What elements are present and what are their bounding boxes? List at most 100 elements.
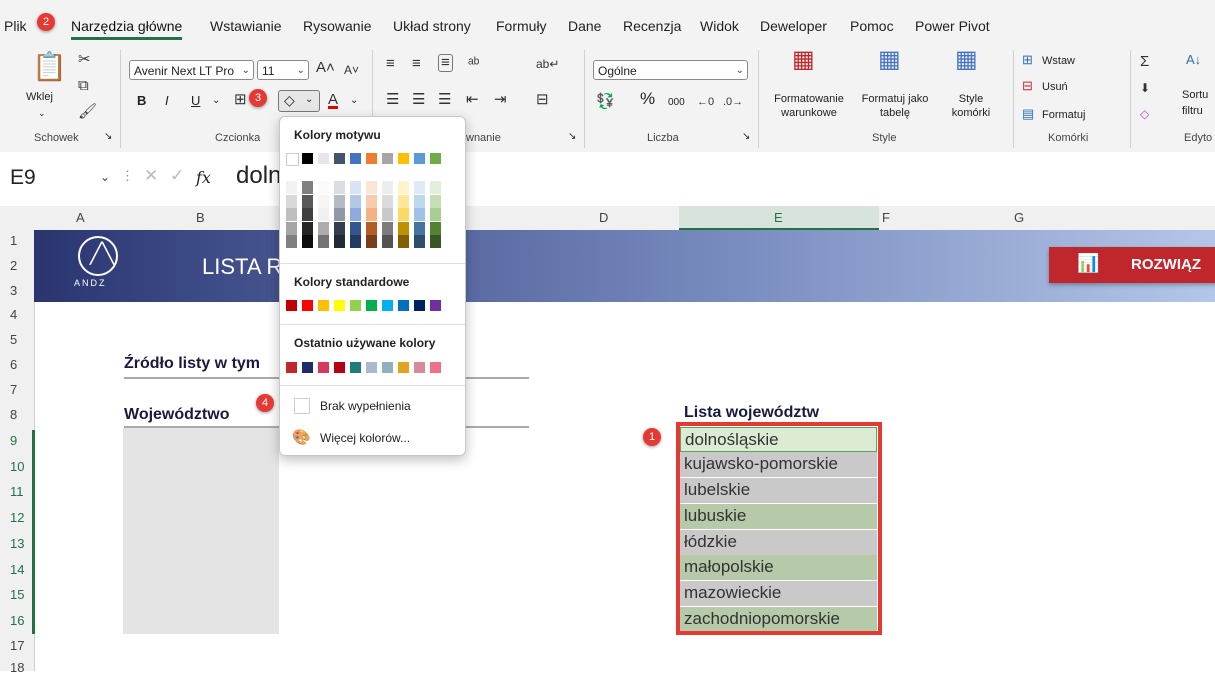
- tab-data[interactable]: Dane: [568, 18, 601, 34]
- underline-button[interactable]: U: [191, 94, 200, 108]
- theme-color-swatch[interactable]: [318, 153, 329, 164]
- delete-cells-icon[interactable]: ⊟: [1022, 78, 1033, 94]
- theme-shade-swatch[interactable]: [430, 181, 441, 194]
- province-input-range[interactable]: [123, 428, 279, 634]
- percent-button[interactable]: %: [640, 90, 655, 107]
- column-header-d[interactable]: D: [599, 210, 608, 225]
- list-item[interactable]: zachodniopomorskie: [680, 607, 877, 631]
- font-name-combo[interactable]: Avenir Next LT Pro ⌄: [129, 60, 254, 80]
- row-header[interactable]: 10: [0, 459, 34, 474]
- no-fill-option[interactable]: Brak wypełnienia: [290, 395, 454, 417]
- list-item[interactable]: małopolskie: [680, 555, 877, 580]
- row-header[interactable]: 18: [0, 660, 34, 675]
- theme-shade-swatch[interactable]: [350, 181, 361, 194]
- theme-shade-swatch[interactable]: [366, 181, 377, 194]
- recent-color-swatch[interactable]: [430, 362, 441, 373]
- row-header[interactable]: 16: [0, 613, 34, 628]
- sort-button[interactable]: Sortu: [1182, 88, 1208, 102]
- theme-color-swatch[interactable]: [350, 153, 361, 164]
- tab-power-pivot[interactable]: Power Pivot: [915, 18, 990, 34]
- theme-shade-swatch[interactable]: [414, 181, 425, 194]
- cancel-icon[interactable]: ✕: [144, 166, 158, 186]
- clipboard-launcher-icon[interactable]: ↘: [104, 130, 112, 144]
- standard-color-swatch[interactable]: [286, 300, 297, 311]
- insert-cells-button[interactable]: Wstaw: [1042, 54, 1075, 68]
- column-header-b[interactable]: B: [196, 210, 205, 225]
- theme-shade-swatch[interactable]: [286, 235, 297, 248]
- list-item[interactable]: dolnośląskie: [680, 427, 877, 452]
- tab-page-layout[interactable]: Układ strony: [393, 18, 471, 34]
- theme-shade-swatch[interactable]: [414, 235, 425, 248]
- recent-color-swatch[interactable]: [302, 362, 313, 373]
- format-cells-icon[interactable]: ▤: [1022, 106, 1034, 122]
- row-header[interactable]: 3: [0, 283, 34, 298]
- tab-view[interactable]: Widok: [700, 18, 739, 34]
- standard-color-swatch[interactable]: [366, 300, 377, 311]
- theme-shade-swatch[interactable]: [382, 208, 393, 221]
- standard-color-swatch[interactable]: [398, 300, 409, 311]
- standard-color-swatch[interactable]: [350, 300, 361, 311]
- row-header[interactable]: 12: [0, 510, 34, 525]
- row-header[interactable]: 15: [0, 587, 34, 602]
- theme-shade-swatch[interactable]: [414, 221, 425, 235]
- theme-shade-swatch[interactable]: [318, 235, 329, 248]
- theme-shade-swatch[interactable]: [382, 181, 393, 194]
- font-size-combo[interactable]: 11 ⌄: [257, 60, 309, 80]
- tab-home[interactable]: Narzędzia główne: [71, 18, 183, 40]
- theme-shade-swatch[interactable]: [302, 194, 313, 208]
- standard-color-swatch[interactable]: [382, 300, 393, 311]
- theme-shade-swatch[interactable]: [286, 221, 297, 235]
- standard-color-swatch[interactable]: [334, 300, 345, 311]
- more-colors-option[interactable]: 🎨 Więcej kolorów...: [290, 427, 454, 449]
- recent-color-swatch[interactable]: [366, 362, 377, 373]
- theme-shade-swatch[interactable]: [302, 181, 313, 194]
- row-header[interactable]: 11: [0, 484, 34, 499]
- align-left-icon[interactable]: ☰: [386, 92, 399, 108]
- fill-color-button[interactable]: ◇ ⌄: [278, 90, 320, 112]
- format-as-table-icon[interactable]: ▦: [878, 48, 901, 72]
- standard-color-swatch[interactable]: [318, 300, 329, 311]
- theme-shade-swatch[interactable]: [398, 235, 409, 248]
- increase-indent-icon[interactable]: ⇥: [494, 92, 507, 108]
- theme-shade-swatch[interactable]: [382, 194, 393, 208]
- row-header[interactable]: 5: [0, 332, 34, 347]
- theme-shade-swatch[interactable]: [366, 194, 377, 208]
- align-center-icon[interactable]: ☰: [412, 92, 425, 108]
- theme-shade-swatch[interactable]: [430, 235, 441, 248]
- insert-function-button[interactable]: fx: [196, 168, 211, 187]
- theme-color-swatch[interactable]: [366, 153, 377, 164]
- theme-shade-swatch[interactable]: [350, 194, 361, 208]
- theme-shade-swatch[interactable]: [398, 208, 409, 221]
- autosum-icon[interactable]: Σ: [1140, 54, 1149, 70]
- recent-color-swatch[interactable]: [334, 362, 345, 373]
- theme-shade-swatch[interactable]: [350, 221, 361, 235]
- row-header[interactable]: 9: [0, 433, 34, 448]
- column-header-g[interactable]: G: [1014, 210, 1024, 225]
- tab-review[interactable]: Recenzja: [623, 18, 681, 34]
- theme-shade-swatch[interactable]: [334, 194, 345, 208]
- theme-shade-swatch[interactable]: [318, 194, 329, 208]
- theme-shade-swatch[interactable]: [286, 181, 297, 194]
- theme-shade-swatch[interactable]: [382, 235, 393, 248]
- theme-shade-swatch[interactable]: [318, 221, 329, 235]
- font-color-chevron-icon[interactable]: ⌄: [350, 94, 358, 108]
- recent-color-swatch[interactable]: [414, 362, 425, 373]
- number-launcher-icon[interactable]: ↘: [742, 130, 750, 144]
- list-item[interactable]: łódzkie: [680, 530, 877, 555]
- theme-shade-swatch[interactable]: [398, 194, 409, 208]
- column-header-e[interactable]: E: [774, 210, 783, 225]
- tab-insert[interactable]: Wstawianie: [210, 18, 282, 34]
- solution-button[interactable]: 📊 ROZWIĄZ: [1049, 247, 1215, 283]
- row-header[interactable]: 14: [0, 562, 34, 577]
- decrease-indent-icon[interactable]: ⇤: [466, 92, 479, 108]
- theme-shade-swatch[interactable]: [382, 221, 393, 235]
- theme-shade-swatch[interactable]: [302, 221, 313, 235]
- cell-styles-icon[interactable]: ▦: [955, 48, 978, 72]
- row-header[interactable]: 1: [0, 233, 34, 248]
- theme-shade-swatch[interactable]: [334, 221, 345, 235]
- list-item[interactable]: lubuskie: [680, 504, 877, 529]
- decrease-font-icon[interactable]: A˅: [344, 62, 359, 78]
- list-item[interactable]: mazowieckie: [680, 581, 877, 606]
- tab-formulas[interactable]: Formuły: [496, 18, 547, 34]
- recent-color-swatch[interactable]: [318, 362, 329, 373]
